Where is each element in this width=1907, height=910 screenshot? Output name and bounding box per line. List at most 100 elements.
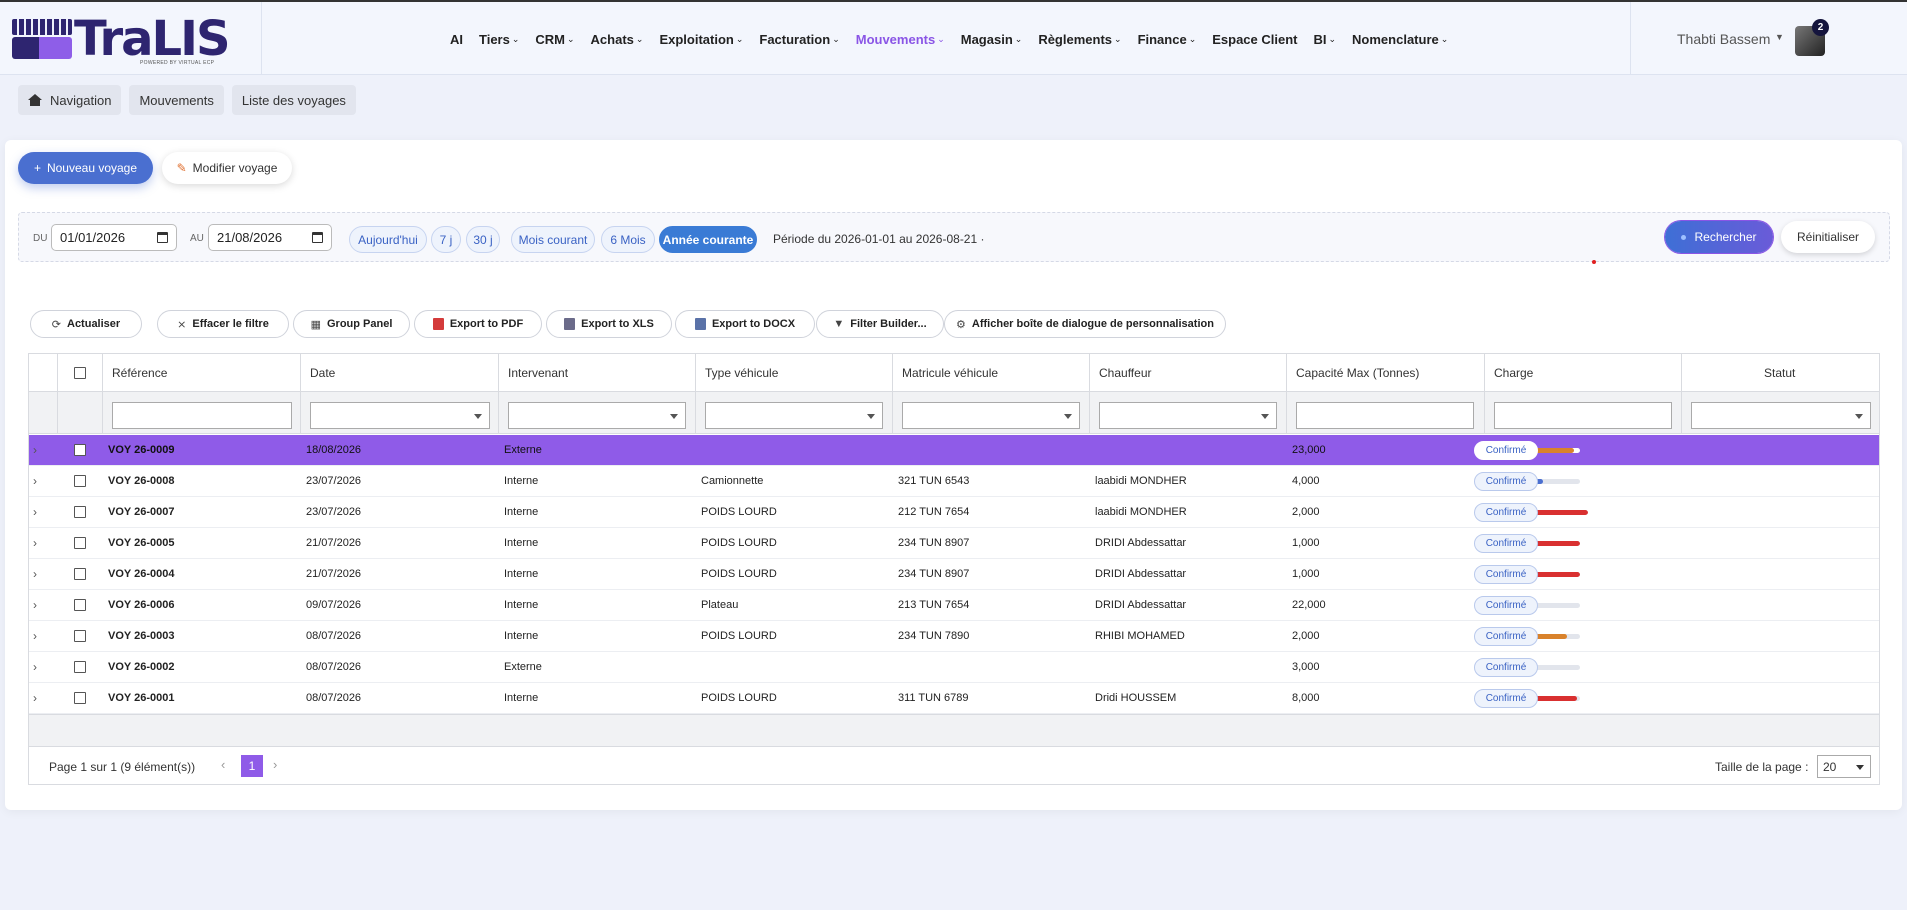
breadcrumb-mouvements[interactable]: Mouvements [129, 85, 224, 115]
nav-item-magasin[interactable]: Magasin ⌄ [961, 32, 1023, 47]
select-all-checkbox[interactable] [74, 367, 86, 379]
header-reference[interactable]: Référence [112, 366, 167, 380]
table-row[interactable]: › VOY 26-0007 23/07/2026 Interne POIDS LOURD… [29, 497, 1879, 528]
clear-filter-button[interactable]: ⨯ Effacer le filtre [157, 310, 289, 338]
customize-dialog-button[interactable]: ⚙ Afficher boîte de dialogue de personna… [944, 310, 1226, 338]
table-row[interactable]: › VOY 26-0005 21/07/2026 Interne POIDS LOURD… [29, 528, 1879, 559]
table-row[interactable]: › VOY 26-0008 23/07/2026 Interne Camionnette… [29, 466, 1879, 497]
header-date[interactable]: Date [310, 366, 335, 380]
nav-item-nomenclature[interactable]: Nomenclature ⌄ [1352, 32, 1448, 47]
chip-6-months[interactable]: 6 Mois [601, 226, 655, 253]
row-checkbox[interactable] [74, 537, 86, 549]
nav-item-r-glements[interactable]: Règlements ⌄ [1038, 32, 1121, 47]
nav-item-facturation[interactable]: Facturation ⌄ [759, 32, 839, 47]
header-intervenant[interactable]: Intervenant [508, 366, 568, 380]
status-badge[interactable]: Confirmé [1474, 472, 1538, 491]
expand-row-icon[interactable]: › [33, 598, 37, 612]
chip-current-year[interactable]: Année courante [659, 226, 757, 253]
from-date-input[interactable]: 01/01/2026 [51, 224, 177, 251]
status-badge[interactable]: Confirmé [1474, 689, 1538, 708]
reset-button[interactable]: Réinitialiser [1781, 221, 1875, 253]
calendar-icon[interactable] [157, 232, 168, 243]
header-statut[interactable]: Statut [1764, 366, 1795, 380]
expand-row-icon[interactable]: › [33, 567, 37, 581]
expand-row-icon[interactable]: › [33, 474, 37, 488]
row-checkbox[interactable] [74, 506, 86, 518]
export-docx-button[interactable]: Export to DOCX [675, 310, 815, 338]
nav-item-tiers[interactable]: Tiers ⌄ [479, 32, 519, 47]
status-badge[interactable]: Confirmé [1474, 596, 1538, 615]
edit-voyage-button[interactable]: ✎ Modifier voyage [162, 152, 292, 184]
header-type-vehicule[interactable]: Type véhicule [705, 366, 778, 380]
filter-statut-select[interactable] [1691, 402, 1871, 429]
filter-type-select[interactable] [705, 402, 883, 429]
table-row[interactable]: ›VOY 26-000208/07/2026Externe3,0008%Conf… [29, 652, 1879, 683]
chip-30-days[interactable]: 30 j [466, 226, 500, 253]
row-checkbox[interactable] [74, 444, 86, 456]
next-page-icon[interactable]: › [273, 757, 277, 772]
nav-item-espace-client[interactable]: Espace Client [1212, 32, 1297, 47]
filter-date-select[interactable] [310, 402, 490, 429]
row-checkbox[interactable] [74, 630, 86, 642]
caret-down-icon[interactable]: ▼ [1775, 32, 1784, 42]
row-checkbox[interactable] [74, 599, 86, 611]
filter-intervenant-select[interactable] [508, 402, 686, 429]
nav-item-bi[interactable]: BI ⌄ [1314, 32, 1337, 47]
table-row[interactable]: › VOY 26-0003 08/07/2026 Interne POIDS LOURD… [29, 621, 1879, 652]
filter-charge-input[interactable] [1494, 402, 1672, 429]
export-xls-button[interactable]: Export to XLS [546, 310, 672, 338]
search-button[interactable]: Rechercher [1665, 221, 1773, 253]
table-row[interactable]: › VOY 26-0001 08/07/2026 Interne POIDS LOURD… [29, 683, 1879, 714]
expand-row-icon[interactable]: › [33, 629, 37, 643]
status-badge[interactable]: Confirmé [1474, 534, 1538, 553]
nav-item-ai[interactable]: AI [450, 32, 463, 47]
expand-row-icon[interactable]: › [33, 691, 37, 705]
row-checkbox[interactable] [74, 661, 86, 673]
header-matricule[interactable]: Matricule véhicule [902, 366, 998, 380]
header-charge[interactable]: Charge [1494, 366, 1533, 380]
table-row[interactable]: ›VOY 26-000918/08/2026Externe23,00089%Co… [29, 435, 1879, 466]
filter-capacite-input[interactable] [1296, 402, 1474, 429]
filter-chauffeur-select[interactable] [1099, 402, 1277, 429]
export-pdf-button[interactable]: Export to PDF [414, 310, 542, 338]
prev-page-icon[interactable]: ‹ [221, 757, 225, 772]
header-chauffeur[interactable]: Chauffeur [1099, 366, 1151, 380]
filter-matricule-select[interactable] [902, 402, 1080, 429]
status-badge[interactable]: Confirmé [1474, 441, 1538, 460]
expand-row-icon[interactable]: › [33, 443, 37, 457]
status-badge[interactable]: Confirmé [1474, 658, 1538, 677]
nav-item-finance[interactable]: Finance ⌄ [1138, 32, 1197, 47]
chip-current-month[interactable]: Mois courant [511, 226, 595, 253]
nav-item-achats[interactable]: Achats ⌄ [591, 32, 644, 47]
group-panel-button[interactable]: ▦ Group Panel [293, 310, 410, 338]
table-row[interactable]: › VOY 26-0006 09/07/2026 Interne Plateau 213 … [29, 590, 1879, 621]
user-menu[interactable]: Thabti Bassem ▼ 2 [1630, 2, 1907, 75]
header-capacite[interactable]: Capacité Max (Tonnes) [1296, 366, 1419, 380]
status-badge[interactable]: Confirmé [1474, 503, 1538, 522]
to-date-input[interactable]: 21/08/2026 [208, 224, 332, 251]
status-badge[interactable]: Confirmé [1474, 627, 1538, 646]
filter-reference-input[interactable] [112, 402, 292, 429]
expand-row-icon[interactable]: › [33, 660, 37, 674]
user-name[interactable]: Thabti Bassem [1677, 31, 1770, 47]
table-row[interactable]: › VOY 26-0004 21/07/2026 Interne POIDS LOURD… [29, 559, 1879, 590]
expand-row-icon[interactable]: › [33, 505, 37, 519]
chip-today[interactable]: Aujourd'hui [349, 226, 427, 253]
refresh-button[interactable]: ⟳ Actualiser [30, 310, 142, 338]
page-size-select[interactable]: 20 [1817, 755, 1871, 778]
app-logo[interactable]: TraLIS POWERED BY VIRTUAL ECP [0, 2, 262, 75]
expand-row-icon[interactable]: › [33, 536, 37, 550]
row-checkbox[interactable] [74, 568, 86, 580]
filter-builder-button[interactable]: ▼ Filter Builder... [816, 310, 944, 338]
nav-item-mouvements[interactable]: Mouvements ⌄ [856, 32, 945, 47]
status-badge[interactable]: Confirmé [1474, 565, 1538, 584]
row-checkbox[interactable] [74, 692, 86, 704]
new-voyage-button[interactable]: + Nouveau voyage [18, 152, 153, 184]
nav-item-crm[interactable]: CRM ⌄ [535, 32, 574, 47]
breadcrumb-liste-voyages[interactable]: Liste des voyages [231, 85, 356, 115]
chip-7-days[interactable]: 7 j [431, 226, 461, 253]
page-1-button[interactable]: 1 [241, 755, 263, 777]
breadcrumb-navigation[interactable]: Navigation [18, 85, 122, 115]
nav-item-exploitation[interactable]: Exploitation ⌄ [659, 32, 743, 47]
row-checkbox[interactable] [74, 475, 86, 487]
